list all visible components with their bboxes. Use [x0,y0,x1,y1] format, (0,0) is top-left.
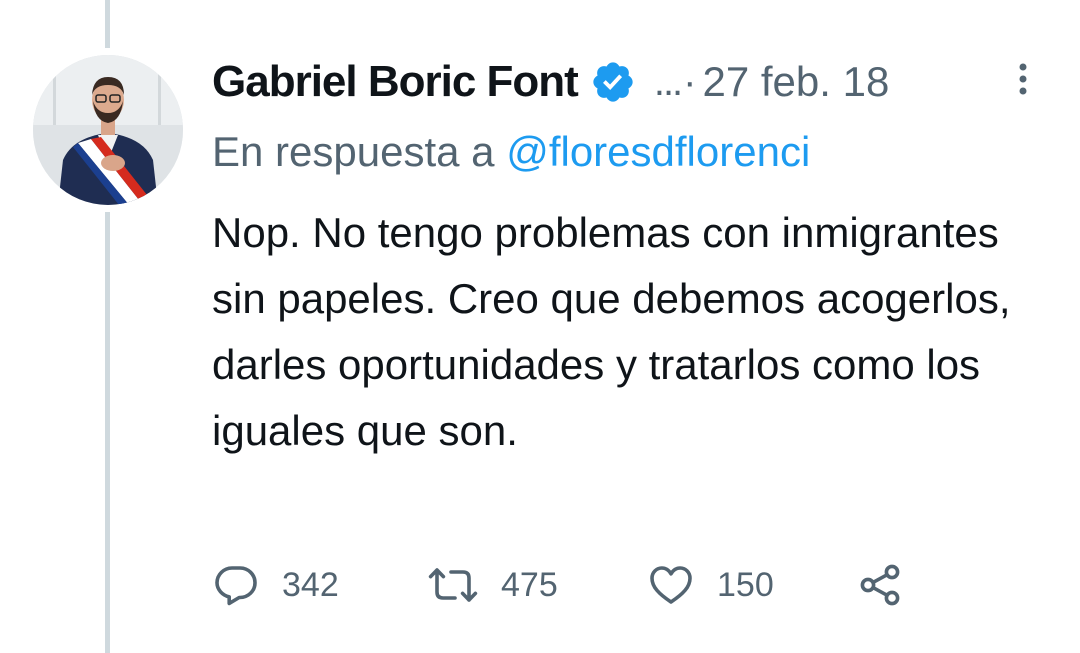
avatar-photo [33,55,183,205]
reply-mention-link[interactable]: @floresdflorenci [506,128,810,175]
reply-prefix: En respuesta a [212,128,507,175]
reply-count: 342 [282,565,339,604]
like-count: 150 [717,565,774,604]
tweet-header: Gabriel Boric Font ... · 27 feb. 18 [212,52,889,112]
verified-badge-icon [590,59,636,105]
share-button[interactable] [857,560,905,610]
vertical-dots-icon[interactable] [1017,62,1029,96]
avatar[interactable] [33,55,183,205]
thread-line-top [105,0,110,48]
author-name[interactable]: Gabriel Boric Font [212,57,579,107]
action-bar: 342 475 150 [212,560,972,610]
reply-context: En respuesta a @floresdflorenci [212,128,810,176]
speech-bubble-icon [212,561,260,609]
heart-outline-icon [647,561,695,609]
retweet-count: 475 [501,565,558,604]
tweet-date[interactable]: 27 feb. 18 [703,58,890,106]
retweet-button[interactable]: 475 [427,560,558,610]
retweet-arrows-icon [427,561,479,609]
truncation-ellipsis: ... [653,59,683,104]
thread-line-bottom [105,212,110,653]
header-separator: · [683,59,697,104]
share-nodes-icon [857,561,905,609]
like-button[interactable]: 150 [647,560,774,610]
reply-button[interactable]: 342 [212,560,339,610]
tweet-text: Nop. No tengo problemas con inmigrantes … [212,209,1011,454]
